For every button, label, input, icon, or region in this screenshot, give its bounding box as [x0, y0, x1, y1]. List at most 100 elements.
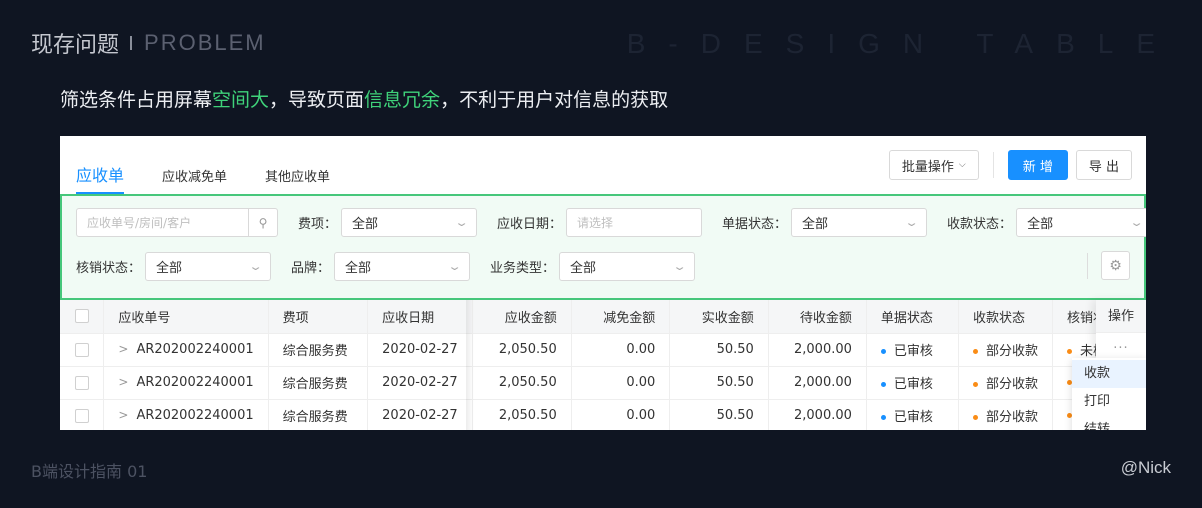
chevron-down-icon: ⌄ — [904, 216, 919, 229]
tab-bar: 应收单 应收减免单 其他应收单 — [76, 162, 368, 194]
column-header[interactable]: 实收金额 — [669, 300, 769, 334]
writeoff-select[interactable]: 全部 ⌄ — [145, 252, 272, 281]
column-header[interactable]: 应收单号 — [103, 300, 269, 334]
cell-doc-status: 已审核 — [866, 366, 959, 400]
pay-status-select[interactable]: 全部 ⌄ — [1016, 208, 1146, 237]
table-row[interactable]: > AR202002240001 综合服务费 2020-02-27 2,050.5… — [60, 333, 1146, 367]
search-input[interactable]: 应收单号/房间/客户 ⚲ — [76, 208, 278, 237]
cell-amount: 2,050.50 — [472, 366, 572, 400]
chevron-down-icon: ⌄ — [248, 260, 263, 273]
filter-area: 应收单号/房间/客户 ⚲ 费项： 全部 ⌄ 应收日期： 请选择 单据状态： 全部… — [60, 194, 1146, 300]
search-icon[interactable]: ⚲ — [248, 209, 277, 236]
date-label: 应收日期： — [497, 217, 563, 232]
search-placeholder: 应收单号/房间/客户 — [87, 216, 192, 230]
fee-select[interactable]: 全部 ⌄ — [341, 208, 478, 237]
tab-other-receivable[interactable]: 其他应收单 — [265, 166, 330, 194]
select-all-checkbox[interactable] — [74, 309, 89, 324]
title-cn: 现存问题 — [31, 33, 120, 58]
title-divider — [130, 36, 133, 50]
doc-status-text: 已审核 — [893, 344, 933, 359]
chevron-down-icon: ⌄ — [1129, 216, 1144, 229]
biz-type-select[interactable]: 全部 ⌄ — [559, 252, 696, 281]
doc-status-select[interactable]: 全部 ⌄ — [791, 208, 928, 237]
tab-receivable-waiver[interactable]: 应收减免单 — [162, 166, 227, 194]
subtitle-part: 筛选条件占用屏幕 — [60, 89, 213, 111]
brand-value: 全部 — [345, 261, 372, 276]
status-dot — [972, 415, 978, 420]
top-actions: 批量操作 ⌵ 新 增 导 出 — [888, 150, 1132, 180]
more-actions-icon[interactable]: ··· — [1096, 341, 1146, 356]
chevron-down-icon: ⌄ — [672, 260, 687, 273]
gear-icon: ⚙ — [1109, 257, 1122, 274]
pay-status-text: 部分收款 — [985, 410, 1038, 425]
subtitle-highlight: 空间大 — [212, 89, 270, 111]
receivable-table: 应收单号 费项 应收日期 应收金额 减免金额 实收金额 待收金额 单据状态 收款… — [60, 300, 1146, 430]
biz-type-label: 业务类型： — [490, 261, 556, 276]
chevron-right-icon[interactable]: > — [118, 375, 128, 389]
menu-item-collect[interactable]: 收款 — [1072, 360, 1146, 388]
cell-fee: 综合服务费 — [268, 366, 369, 400]
date-picker[interactable]: 请选择 — [566, 208, 703, 237]
cell-pay-status: 部分收款 — [958, 399, 1053, 430]
order-no: AR202002240001 — [136, 375, 254, 390]
menu-item-carryover[interactable]: 结转 — [1072, 416, 1146, 430]
row-checkbox[interactable] — [74, 408, 89, 423]
cell-date: 2020-02-27 — [367, 399, 473, 430]
divider — [1087, 253, 1088, 279]
export-button[interactable]: 导 出 — [1075, 150, 1132, 180]
column-header[interactable]: 费项 — [268, 300, 369, 334]
column-header[interactable]: 收款状态 — [958, 300, 1053, 334]
table-row[interactable]: > AR202002240001 综合服务费 2020-02-27 2,050.5… — [60, 399, 1146, 430]
operation-header: 操作 — [1096, 300, 1146, 333]
filter-row-2: 核销状态： 全部 ⌄ 品牌： 全部 ⌄ 业务类型： 全部 ⌄ — [76, 252, 696, 281]
select-all-cell — [60, 300, 105, 334]
batch-operation-label: 批量操作 — [901, 159, 954, 175]
column-header[interactable]: 待收金额 — [768, 300, 867, 334]
row-checkbox[interactable] — [74, 375, 89, 390]
column-header[interactable]: 减免金额 — [571, 300, 671, 334]
status-dot — [880, 382, 886, 387]
column-header[interactable]: 单据状态 — [866, 300, 959, 334]
column-header[interactable]: 应收日期 — [367, 300, 473, 334]
cell-date: 2020-02-27 — [367, 333, 473, 367]
chevron-right-icon[interactable]: > — [118, 408, 128, 422]
slide-title: 现存问题 PROBLEM — [31, 27, 266, 59]
writeoff-value: 全部 — [156, 261, 183, 276]
subtitle: 筛选条件占用屏幕空间大，导致页面信息冗余，不利于用户对信息的获取 — [60, 85, 668, 112]
status-dot — [972, 382, 978, 387]
batch-operation-button[interactable]: 批量操作 ⌵ — [888, 150, 979, 180]
chevron-down-icon: ⌄ — [447, 260, 462, 273]
subtitle-part: ，不利于用户对信息的获取 — [440, 89, 669, 111]
menu-item-print[interactable]: 打印 — [1072, 388, 1146, 416]
status-dot — [880, 415, 886, 420]
cell-waived: 0.00 — [571, 399, 671, 430]
row-action-menu: 收款 打印 结转 — [1072, 358, 1146, 430]
subtitle-part: ，导致页面 — [269, 89, 365, 111]
settings-button[interactable]: ⚙ — [1101, 251, 1130, 280]
brand-select[interactable]: 全部 ⌄ — [334, 252, 471, 281]
row-select-cell — [60, 366, 105, 400]
footer-guide: B端设计指南 01 — [31, 462, 148, 481]
chevron-down-icon: ⌵ — [958, 160, 966, 170]
row-select-cell — [60, 399, 105, 430]
cell-order-no: > AR202002240001 — [103, 333, 269, 367]
biz-type-value: 全部 — [570, 261, 597, 276]
chevron-right-icon[interactable]: > — [118, 342, 128, 356]
column-header[interactable]: 应收金额 — [472, 300, 572, 334]
pay-status-value: 全部 — [1027, 217, 1054, 232]
cell-amount: 2,050.50 — [472, 399, 572, 430]
doc-status-text: 已审核 — [893, 410, 933, 425]
row-select-cell — [60, 333, 105, 367]
subtitle-highlight: 信息冗余 — [364, 89, 441, 111]
doc-status-label: 单据状态： — [722, 217, 788, 232]
cell-pay-status: 部分收款 — [958, 333, 1053, 367]
order-no: AR202002240001 — [136, 342, 254, 357]
cell-amount: 2,050.50 — [472, 333, 572, 367]
tab-receivable[interactable]: 应收单 — [76, 162, 125, 194]
cell-pending: 2,000.00 — [768, 399, 867, 430]
ui-panel: 应收单 应收减免单 其他应收单 批量操作 ⌵ 新 增 导 出 应收单号/房间/客… — [60, 136, 1146, 430]
table-row[interactable]: > AR202002240001 综合服务费 2020-02-27 2,050.5… — [60, 366, 1146, 400]
fee-value: 全部 — [352, 217, 379, 232]
row-checkbox[interactable] — [74, 342, 89, 357]
new-button[interactable]: 新 增 — [1007, 150, 1068, 180]
